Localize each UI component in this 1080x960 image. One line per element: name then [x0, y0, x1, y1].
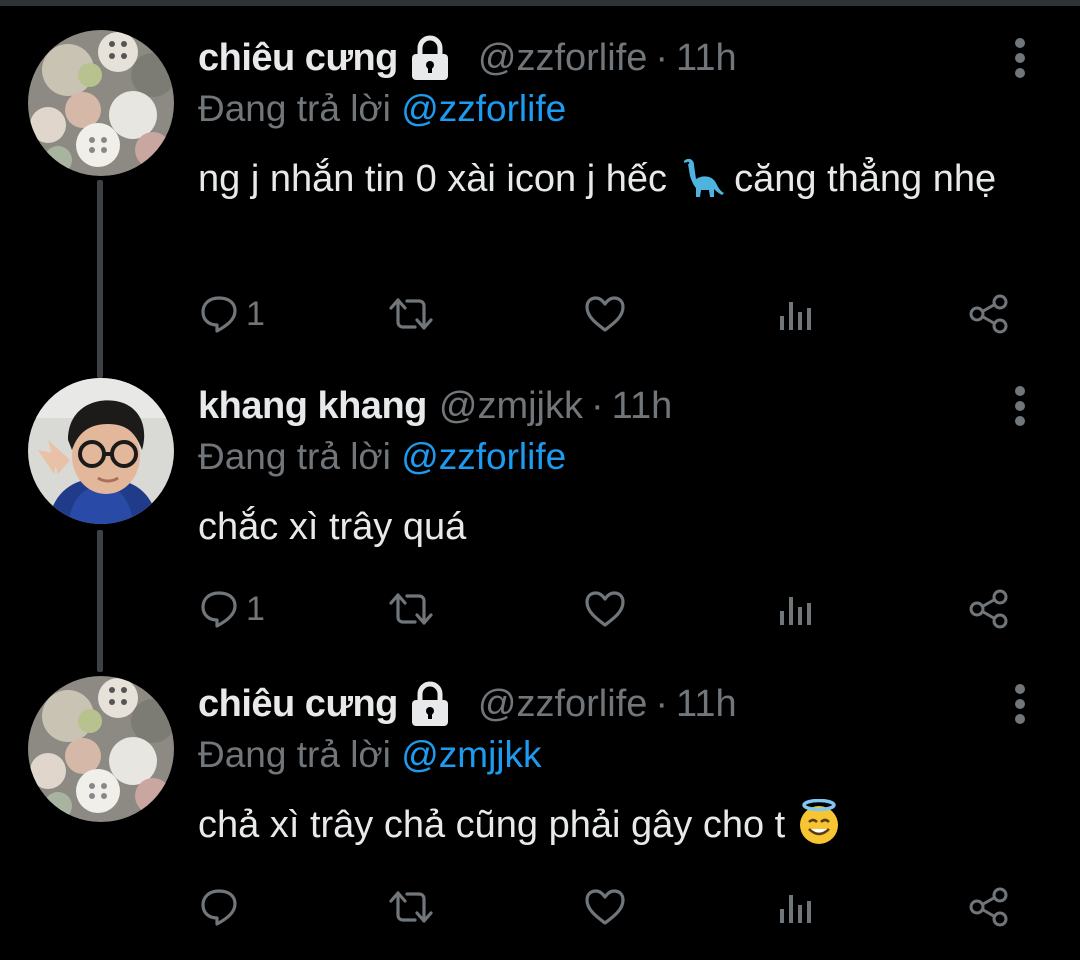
reply-icon: [200, 294, 238, 334]
reply-button[interactable]: [200, 882, 246, 932]
more-icon[interactable]: [1000, 384, 1040, 428]
tweet-text: ng j nhắn tin 0 xài icon j hếc căng thẳn…: [198, 152, 1038, 206]
action-bar: 1: [0, 289, 1080, 339]
tweet-text-part: chắc xì trây quá: [198, 506, 467, 548]
avatar[interactable]: [28, 676, 174, 822]
replying-to: Đang trả lời @zzforlife: [198, 88, 566, 130]
top-divider: [0, 0, 1080, 6]
tweet[interactable]: chiêu cưng @zzforlife · 11h Đang trả lời…: [0, 30, 1080, 340]
like-button[interactable]: [584, 882, 626, 932]
retweet-icon: [388, 589, 434, 629]
tweet-header: khang khang @zmjjkk · 11h: [198, 382, 672, 430]
display-name[interactable]: chiêu cưng: [198, 683, 398, 726]
analytics-button[interactable]: [778, 584, 814, 634]
share-button[interactable]: [968, 584, 1010, 634]
sauropod-emoji: [678, 153, 724, 199]
share-icon: [968, 887, 1010, 927]
tweet[interactable]: chiêu cưng @zzforlife · 11h Đang trả lời…: [0, 676, 1080, 936]
replying-to: Đang trả lời @zzforlife: [198, 436, 566, 478]
reply-icon: [200, 887, 238, 927]
tweet-header: chiêu cưng @zzforlife · 11h: [198, 680, 737, 728]
like-button[interactable]: [584, 584, 626, 634]
separator: ·: [655, 36, 669, 79]
tweet-header: chiêu cưng @zzforlife · 11h: [198, 34, 737, 82]
like-icon: [584, 295, 626, 333]
more-icon[interactable]: [1000, 36, 1040, 80]
retweet-button[interactable]: [388, 584, 434, 634]
analytics-button[interactable]: [778, 289, 814, 339]
analytics-icon: [778, 889, 814, 925]
user-handle[interactable]: @zzforlife: [478, 37, 648, 80]
share-button[interactable]: [968, 289, 1010, 339]
mention-link[interactable]: @zzforlife: [401, 88, 566, 129]
like-icon: [584, 888, 626, 926]
mention-link[interactable]: @zmjjkk: [401, 734, 541, 775]
reply-button[interactable]: 1: [200, 289, 265, 339]
reply-button[interactable]: 1: [200, 584, 265, 634]
timestamp[interactable]: 11h: [676, 37, 737, 80]
user-handle[interactable]: @zmjjkk: [439, 385, 583, 428]
avatar[interactable]: [28, 30, 174, 176]
like-button[interactable]: [584, 289, 626, 339]
separator: ·: [655, 682, 669, 725]
tweet[interactable]: khang khang @zmjjkk · 11h Đang trả lời @…: [0, 378, 1080, 638]
share-icon: [968, 589, 1010, 629]
tweet-text: chả xì trây chả cũng phải gây cho t: [198, 798, 1038, 852]
replying-prefix: Đang trả lời: [198, 436, 391, 477]
reply-count: 1: [246, 294, 265, 333]
retweet-button[interactable]: [388, 882, 434, 932]
retweet-button[interactable]: [388, 289, 434, 339]
tweet-text-part: căng thẳng nhẹ: [723, 158, 997, 200]
retweet-icon: [388, 887, 434, 927]
user-handle[interactable]: @zzforlife: [478, 683, 648, 726]
analytics-icon: [778, 296, 814, 332]
retweet-icon: [388, 294, 434, 334]
like-icon: [584, 590, 626, 628]
replying-prefix: Đang trả lời: [198, 88, 391, 129]
reply-count: 1: [246, 589, 265, 628]
analytics-button[interactable]: [778, 882, 814, 932]
timestamp[interactable]: 11h: [612, 385, 673, 428]
avatar[interactable]: [28, 378, 174, 524]
smiling-face-with-halo-emoji: [796, 798, 842, 845]
lock-icon: [408, 681, 452, 727]
timestamp[interactable]: 11h: [676, 683, 737, 726]
share-icon: [968, 294, 1010, 334]
analytics-icon: [778, 591, 814, 627]
replying-prefix: Đang trả lời: [198, 734, 391, 775]
action-bar: 1: [0, 584, 1080, 634]
share-button[interactable]: [968, 882, 1010, 932]
separator: ·: [591, 384, 604, 427]
reply-icon: [200, 589, 238, 629]
display-name[interactable]: chiêu cưng: [198, 37, 398, 80]
lock-icon: [408, 35, 452, 81]
display-name[interactable]: khang khang: [198, 385, 427, 428]
tweet-text-part: chả xì trây chả cũng phải gây cho t: [198, 804, 796, 846]
replying-to: Đang trả lời @zmjjkk: [198, 734, 542, 776]
tweet-text-part: ng j nhắn tin 0 xài icon j hếc: [198, 158, 678, 200]
mention-link[interactable]: @zzforlife: [401, 436, 566, 477]
action-bar: [0, 882, 1080, 932]
tweet-text: chắc xì trây quá: [198, 500, 1038, 554]
more-icon[interactable]: [1000, 682, 1040, 726]
